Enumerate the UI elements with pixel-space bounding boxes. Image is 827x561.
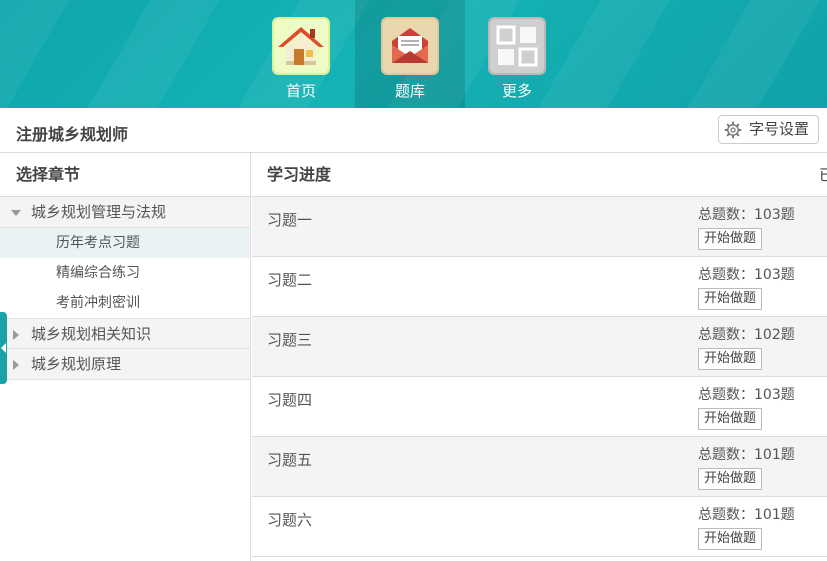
- font-size-settings-button[interactable]: 字号设置: [718, 115, 819, 144]
- nav-more-label: 更多: [501, 82, 532, 100]
- nav-question-bank-label: 题库: [394, 82, 425, 100]
- chapter-item-principles[interactable]: 城乡规划原理: [0, 349, 250, 380]
- sidebar-toggle-tab[interactable]: [0, 312, 7, 384]
- page-title: 注册城乡规划师: [16, 125, 129, 144]
- chapter-label: 城乡规划相关知识: [31, 325, 152, 343]
- exercise-row: 习题四 总题数：103题 开始做题: [252, 377, 827, 437]
- chapter-item-management-law[interactable]: 城乡规划管理与法规: [0, 197, 250, 228]
- progress-panel: 学习进度 已 习题一 总题数：103题 开始做题 习题二 总题数：103题 开始…: [252, 153, 827, 561]
- nav-home-label: 首页: [285, 82, 316, 100]
- start-exercise-button[interactable]: 开始做题: [698, 228, 762, 250]
- start-exercise-button[interactable]: 开始做题: [698, 528, 762, 550]
- exercise-name: 习题四: [267, 391, 313, 409]
- title-bar: 注册城乡规划师 字号设置: [0, 108, 827, 153]
- section-item-past-exam[interactable]: 历年考点习题: [0, 228, 250, 258]
- exercise-row: 习题五 总题数：101题 开始做题: [252, 437, 827, 497]
- gear-icon: [724, 121, 742, 139]
- exercise-name: 习题一: [267, 211, 313, 229]
- font-size-settings-label: 字号设置: [749, 120, 810, 138]
- nav-more[interactable]: 更多: [462, 0, 572, 108]
- exercise-name: 习题二: [267, 271, 313, 289]
- start-exercise-button[interactable]: 开始做题: [698, 288, 762, 310]
- exercise-total-count: 总题数：103题: [698, 387, 795, 403]
- exercise-total-count: 总题数：103题: [698, 267, 795, 283]
- exercise-name: 习题三: [267, 331, 313, 349]
- progress-heading: 学习进度: [267, 165, 332, 184]
- exercise-row: 习题二 总题数：103题 开始做题: [252, 257, 827, 317]
- caret-right-icon: [13, 360, 19, 370]
- exercise-total-count: 总题数：101题: [698, 507, 795, 523]
- top-nav-bar: 首页 题库 更多: [0, 0, 827, 108]
- caret-right-icon: [13, 330, 19, 340]
- chapter-sidebar: 选择章节 城乡规划管理与法规 历年考点习题 精编综合练习 考前冲刺密训 城乡规划…: [0, 153, 251, 561]
- start-exercise-button[interactable]: 开始做题: [698, 408, 762, 430]
- chapter-item-related-knowledge[interactable]: 城乡规划相关知识: [0, 318, 250, 349]
- chapter-label: 城乡规划管理与法规: [31, 203, 167, 221]
- question-bank-icon: [381, 17, 439, 75]
- start-exercise-button[interactable]: 开始做题: [698, 348, 762, 370]
- section-item-comprehensive-practice[interactable]: 精编综合练习: [0, 258, 250, 288]
- start-exercise-button[interactable]: 开始做题: [698, 468, 762, 490]
- chapter-label: 城乡规划原理: [31, 355, 122, 373]
- exercise-row: 习题一 总题数：103题 开始做题: [252, 197, 827, 257]
- section-item-final-sprint[interactable]: 考前冲刺密训: [0, 288, 250, 318]
- exercise-total-count: 总题数：101题: [698, 447, 795, 463]
- exercise-row: 习题三 总题数：102题 开始做题: [252, 317, 827, 377]
- progress-heading-bar: 学习进度 已: [252, 153, 827, 197]
- grid-icon: [488, 17, 546, 75]
- clipped-column-header: 已: [819, 166, 827, 184]
- caret-down-icon: [11, 210, 21, 216]
- exercise-name: 习题五: [267, 451, 313, 469]
- exercise-row: 习题六 总题数：101题 开始做题: [252, 497, 827, 557]
- chevron-left-icon: [1, 343, 6, 353]
- exercise-total-count: 总题数：103题: [698, 207, 795, 223]
- exercise-total-count: 总题数：102题: [698, 327, 795, 343]
- sidebar-heading: 选择章节: [0, 153, 250, 197]
- nav-question-bank[interactable]: 题库: [355, 0, 465, 108]
- nav-home[interactable]: 首页: [246, 0, 356, 108]
- exercise-name: 习题六: [267, 511, 313, 529]
- home-icon: [272, 17, 330, 75]
